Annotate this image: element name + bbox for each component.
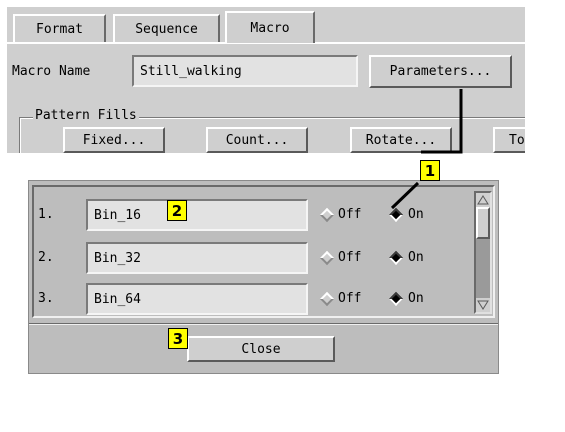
row-2-on-label: On — [408, 250, 424, 265]
tab-sequence-label: Sequence — [135, 21, 198, 37]
macro-name-label: Macro Name — [12, 64, 91, 79]
rotate-button[interactable]: Rotate... — [350, 127, 452, 153]
count-button-label: Count... — [225, 132, 289, 148]
count-button[interactable]: Count... — [206, 127, 308, 153]
parameters-list: 1. Bin_16 Off On 2. Bin_32 Off On 3. Bin… — [32, 185, 495, 318]
callout-2: 2 — [167, 200, 187, 221]
callout-2-label: 2 — [171, 201, 183, 220]
callout-3: 3 — [168, 328, 188, 349]
row-3-on-label: On — [408, 291, 424, 306]
row-2-number: 2. — [38, 250, 54, 265]
parameters-button-label: Parameters... — [389, 64, 492, 79]
row-3-off-radio[interactable] — [319, 291, 335, 307]
row-2-off-radio[interactable] — [319, 250, 335, 266]
row-1-off-label: Off — [338, 207, 362, 222]
macro-editor-panel: Format Sequence Macro Macro Name Still_w… — [7, 7, 525, 153]
scroll-thumb[interactable] — [476, 207, 490, 239]
row-2-name-value: Bin_32 — [94, 250, 141, 266]
row-1-name-value: Bin_16 — [94, 207, 141, 223]
parameters-scrollbar[interactable] — [474, 191, 492, 314]
row-1-off-radio[interactable] — [319, 207, 335, 223]
rotate-button-label: Rotate... — [365, 132, 437, 148]
fixed-button-label: Fixed... — [82, 132, 146, 148]
parameters-dialog: 1. Bin_16 Off On 2. Bin_32 Off On 3. Bin… — [28, 180, 499, 374]
pattern-fills-title: Pattern Fills — [33, 108, 139, 123]
macro-name-value: Still_walking — [140, 63, 242, 79]
close-button-label: Close — [241, 341, 281, 357]
page: { "tabs": [ {"label": "Format", "active"… — [0, 0, 565, 432]
close-button[interactable]: Close — [187, 336, 335, 362]
tab-sequence[interactable]: Sequence — [113, 14, 220, 42]
toggle-button-label: Tog — [509, 132, 525, 148]
row-2-name-field[interactable]: Bin_32 — [86, 242, 308, 274]
row-2-on-radio[interactable] — [388, 250, 404, 266]
row-3-name-value: Bin_64 — [94, 291, 141, 307]
toggle-button[interactable]: Tog — [493, 127, 525, 153]
row-3-on-radio[interactable] — [388, 291, 404, 307]
tab-macro-label: Macro — [250, 20, 290, 36]
row-2-off-label: Off — [338, 250, 362, 265]
row-1-on-label: On — [408, 207, 424, 222]
tab-format[interactable]: Format — [13, 14, 106, 42]
callout-3-label: 3 — [172, 329, 184, 348]
parameters-button[interactable]: Parameters... — [369, 55, 512, 88]
dialog-separator — [29, 323, 498, 325]
tab-format-label: Format — [36, 21, 83, 37]
row-1-on-radio[interactable] — [388, 207, 404, 223]
row-3-name-field[interactable]: Bin_64 — [86, 283, 308, 315]
fixed-button[interactable]: Fixed... — [63, 127, 165, 153]
macro-name-field[interactable]: Still_walking — [132, 55, 358, 87]
callout-1-label: 1 — [424, 161, 436, 180]
row-3-off-label: Off — [338, 291, 362, 306]
row-1-name-field[interactable]: Bin_16 — [86, 199, 308, 231]
scroll-down-arrow-icon[interactable] — [476, 298, 490, 312]
scroll-up-arrow-icon[interactable] — [476, 193, 490, 207]
callout-1: 1 — [420, 160, 440, 181]
row-3-number: 3. — [38, 291, 54, 306]
row-1-number: 1. — [38, 207, 54, 222]
tab-macro[interactable]: Macro — [225, 11, 315, 43]
